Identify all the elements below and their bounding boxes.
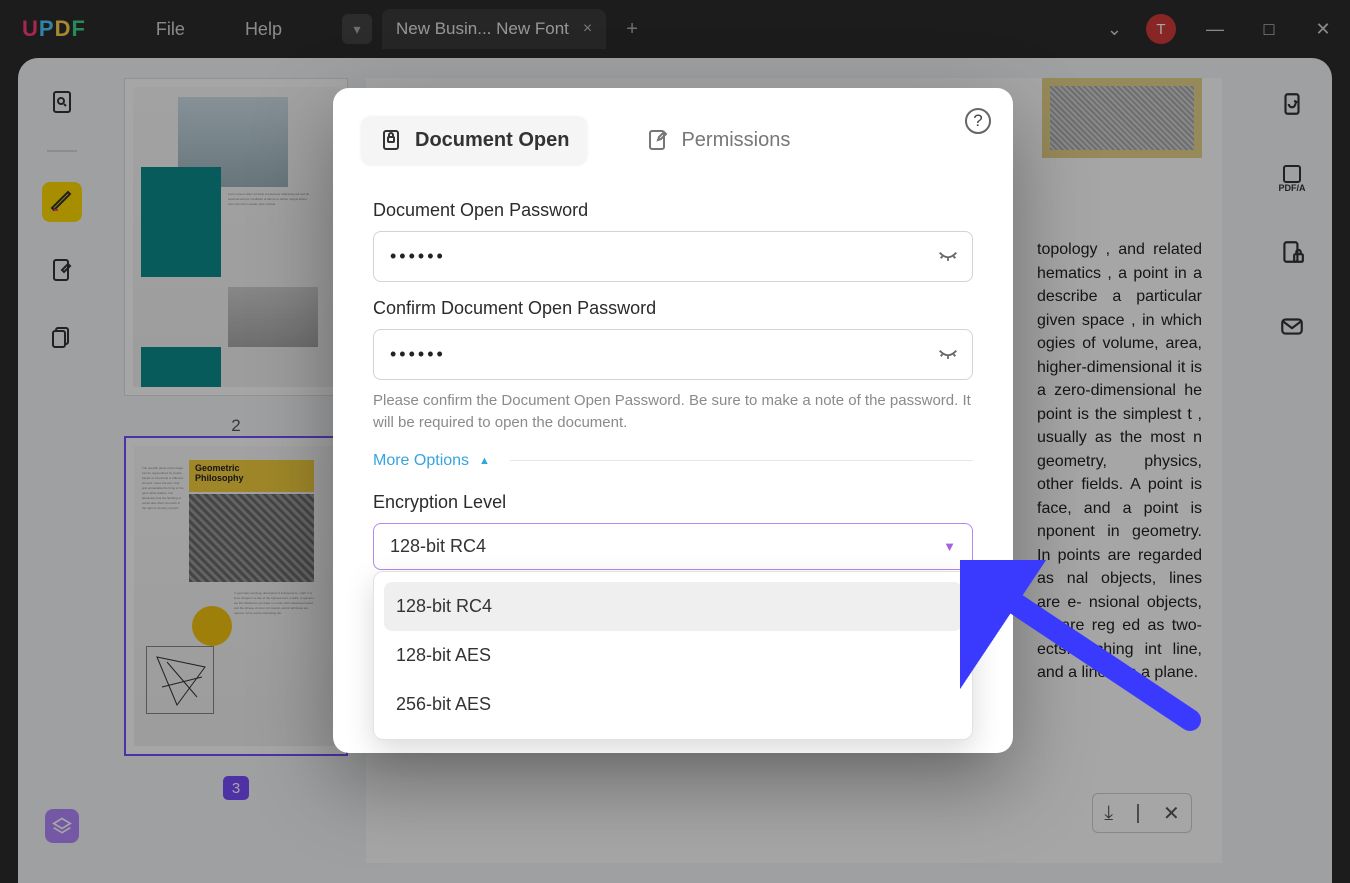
encryption-value: 128-bit RC4 (390, 536, 486, 557)
more-options-toggle[interactable]: More Options ▲ (373, 452, 973, 470)
help-icon[interactable]: ? (965, 108, 991, 134)
tab-permissions-label: Permissions (681, 129, 790, 152)
encryption-label: Encryption Level (373, 492, 973, 513)
toggle-visibility-icon[interactable] (937, 243, 959, 270)
password-modal: ? Document Open Permissions Document Ope… (333, 88, 1013, 753)
modal-tabs: Document Open Permissions (333, 88, 1013, 164)
divider (510, 460, 973, 461)
chevron-up-icon: ▲ (479, 455, 490, 467)
encryption-dropdown: 128-bit RC4 128-bit AES 256-bit AES (373, 571, 973, 740)
chevron-down-icon: ▼ (943, 539, 956, 554)
password-label: Document Open Password (373, 200, 973, 221)
confirm-password-input[interactable] (373, 329, 973, 380)
confirm-password-label: Confirm Document Open Password (373, 298, 973, 319)
toggle-visibility-icon[interactable] (937, 341, 959, 368)
modal-body: Document Open Password Confirm Document … (333, 164, 1013, 578)
tab-document-open-label: Document Open (415, 129, 569, 152)
dropdown-option-rc4[interactable]: 128-bit RC4 (384, 582, 962, 631)
help-text: Please confirm the Document Open Passwor… (373, 390, 973, 434)
dropdown-option-aes128[interactable]: 128-bit AES (384, 631, 962, 680)
dropdown-option-aes256[interactable]: 256-bit AES (384, 680, 962, 729)
encryption-select[interactable]: 128-bit RC4 ▼ (373, 523, 973, 570)
tab-permissions[interactable]: Permissions (627, 116, 808, 164)
password-input[interactable] (373, 231, 973, 282)
tab-document-open[interactable]: Document Open (361, 116, 587, 164)
